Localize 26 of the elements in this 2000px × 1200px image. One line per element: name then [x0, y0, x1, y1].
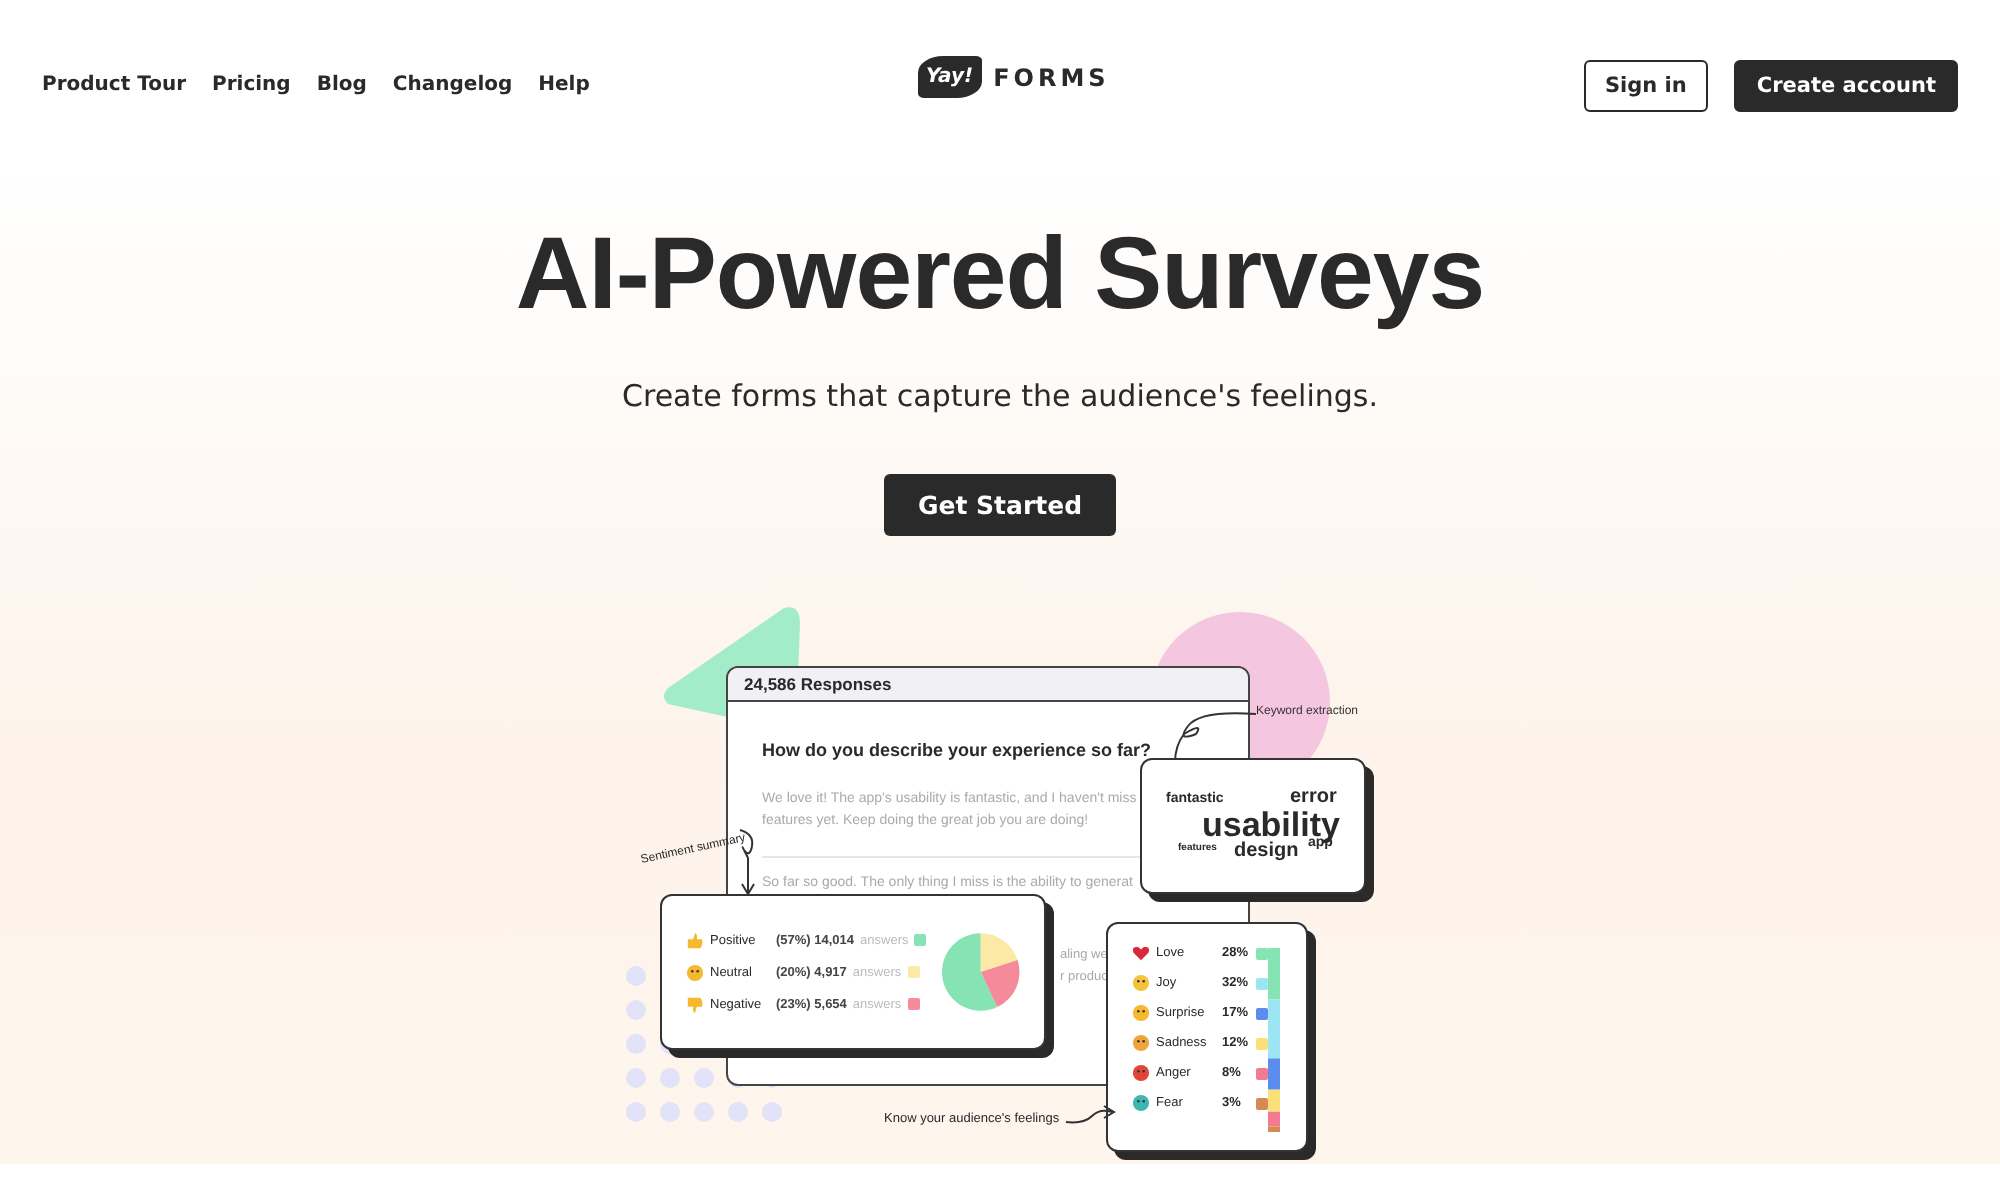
keyword-text: usability	[1202, 808, 1340, 842]
create-account-button[interactable]: Create account	[1734, 59, 1958, 111]
logo-text: FORMS	[993, 63, 1110, 91]
hero-title: AI-Powered Surveys	[515, 214, 1485, 332]
nav-link[interactable]: Product Tour	[42, 74, 187, 96]
responses-header: 24,586 Responses	[728, 668, 1248, 702]
nav-link[interactable]: Pricing	[212, 74, 291, 96]
nav-link[interactable]: Changelog	[392, 74, 513, 96]
get-started-button[interactable]: Get Started	[883, 474, 1117, 536]
emoji-face-icon	[1132, 974, 1150, 992]
nav-link[interactable]: Blog	[316, 74, 367, 96]
emoji-face-icon	[1132, 1004, 1150, 1022]
sign-in-button[interactable]: Sign in	[1583, 59, 1709, 111]
thumbs-up-icon	[686, 931, 704, 949]
nav-link[interactable]: Help	[538, 74, 590, 96]
keyword-text: design	[1234, 842, 1299, 862]
emoji-face-icon	[1132, 1034, 1150, 1052]
emoji-face-icon	[1132, 1094, 1150, 1112]
hero-subtitle: Create forms that capture the audience's feelings.	[622, 378, 1378, 414]
face-icon	[686, 963, 704, 981]
keyword-text: error	[1290, 788, 1337, 808]
survey-question: How do you describe your experience so far?	[762, 740, 1152, 760]
logo-mark: Yay!	[918, 56, 982, 98]
heart-icon	[1132, 944, 1150, 962]
emoji-face-icon	[1132, 1064, 1150, 1082]
thumbs-down-icon	[686, 995, 704, 1013]
